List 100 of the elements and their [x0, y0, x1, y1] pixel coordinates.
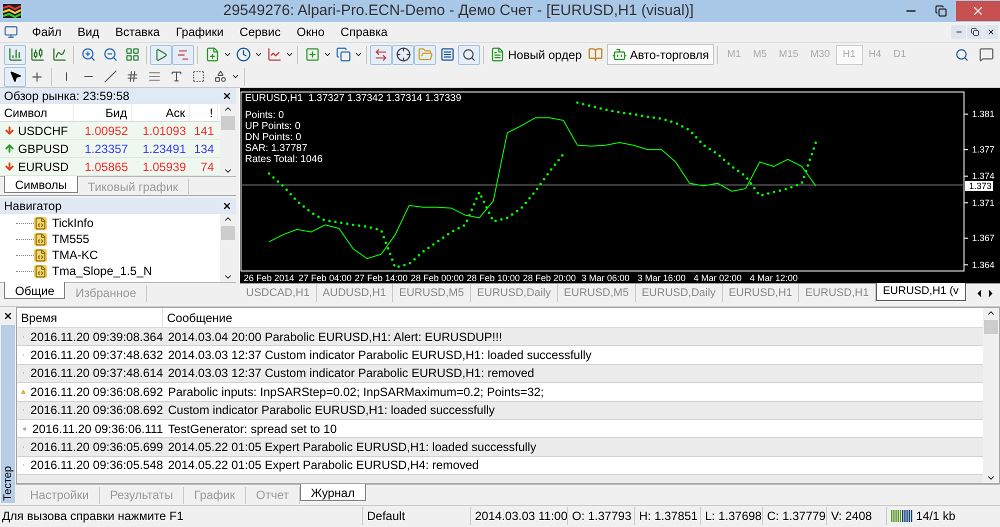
menu-item[interactable]: Окно: [288, 23, 333, 41]
column-header[interactable]: Символ: [0, 104, 74, 121]
symbol-cell-text: EURUSD: [18, 158, 69, 176]
file-plus-icon: [204, 47, 220, 62]
data-window-button[interactable]: [392, 44, 414, 64]
play-icon: [154, 48, 168, 62]
restore-icon: [970, 28, 978, 36]
auto-trading-button[interactable]: Авто-торговля: [606, 44, 714, 65]
close-icon[interactable]: [3, 311, 13, 321]
symbol-cell-text: USDCHF: [18, 122, 68, 140]
y-tick: 1.374: [964, 171, 995, 182]
menu-item[interactable]: Вид: [70, 23, 108, 41]
time-cell-text: 2016.11.20 09:36:05.699: [30, 439, 163, 456]
dropdown-caret-icon[interactable]: [354, 50, 363, 59]
close-icon[interactable]: [222, 91, 232, 101]
magnifier-icon: [462, 48, 476, 62]
x-tick-label: 28 Feb 00:00: [410, 273, 464, 283]
column-header[interactable]: Время: [17, 308, 163, 327]
navigator-item[interactable]: Tma_Slope_1.5_N: [52, 262, 152, 280]
folder-icon: [418, 47, 432, 62]
exchange-icon: [374, 48, 388, 62]
y-tick: 1.381: [964, 109, 995, 120]
message-cell-text: Custom indicator Parabolic EURUSD,H1: loaded successfully: [167, 402, 495, 420]
y-tick-label: 1.374: [972, 171, 995, 182]
message-cell-text: Parabolic inputs: InpSARStep=0.02; InpSARMaximum=0.2; Points=32;: [167, 384, 544, 401]
current-price-tag: 1.373: [965, 181, 993, 192]
bar-chart-button[interactable]: [4, 44, 26, 64]
spread-cell-text: 134: [192, 140, 215, 158]
dropdown-caret-icon[interactable]: [323, 50, 332, 59]
menu-item[interactable]: Вставка: [107, 23, 168, 41]
panel-tab[interactable]: Журнал: [300, 484, 366, 501]
bid-cell-text: 1.00952: [84, 122, 129, 140]
chart-shift-button[interactable]: [172, 44, 194, 64]
status-text: L: 1.37698: [705, 508, 762, 522]
menu-item[interactable]: Справка: [332, 23, 396, 41]
status-text: H: 1.37851: [639, 508, 698, 522]
dropdown-caret-icon[interactable]: [231, 72, 240, 81]
ask-cell-text: 1.01093: [142, 122, 187, 140]
y-tick-label: 1.367: [972, 233, 995, 244]
scroll-thumb[interactable]: [984, 320, 998, 334]
x-tick-label: 26 Feb 2014: [244, 273, 294, 283]
column-header[interactable]: Аск: [132, 104, 190, 121]
y-tick: 1.367: [964, 233, 995, 244]
restore-icon: [935, 5, 947, 17]
zoom-out-icon: [102, 47, 118, 62]
message-cell-text: 2014.03.03 12:37 Custom indicator Parabolic EURUSD,H1: loaded successfully: [167, 347, 592, 364]
chat-icon[interactable]: [979, 47, 994, 62]
time-cell-text: 2016.11.20 09:36:08.692: [30, 384, 163, 401]
y-tick: 1.371: [964, 198, 995, 208]
close-icon: [971, 4, 985, 18]
zoom-in-icon: [80, 47, 96, 62]
message-cell-text: 2014.03.04 20:00 Parabolic EURUSD,H1: Alert: EURUSDUP!!!: [167, 328, 502, 346]
bid-cell-text: 1.23357: [84, 140, 129, 158]
new-order-button[interactable]: Новый ордер: [487, 44, 585, 64]
column-header[interactable]: Сообщение: [163, 308, 983, 327]
mdi-minimize-button[interactable]: [951, 25, 966, 39]
indicator-info: UP Points: 0: [245, 121, 302, 132]
navigator-item[interactable]: TM555: [52, 230, 90, 248]
column-header[interactable]: !: [190, 104, 218, 121]
x-tick-label: 28 Feb 20:00: [522, 273, 576, 283]
scrollbar[interactable]: [220, 214, 236, 282]
text-label-icon: [192, 70, 204, 83]
scrollbar[interactable]: [983, 308, 999, 483]
column-header[interactable]: Бид: [74, 104, 132, 121]
search-icon[interactable]: [955, 48, 969, 62]
indicator-info: SAR: 1.37787: [245, 143, 308, 154]
market-watch-button[interactable]: [370, 44, 392, 64]
navigator-item[interactable]: TMA-KC: [52, 246, 98, 264]
chart-shift-icon: [176, 48, 190, 62]
scrollbar[interactable]: [220, 104, 236, 176]
close-icon[interactable]: [222, 201, 232, 211]
menu-item[interactable]: Сервис: [232, 23, 289, 41]
message-cell-text: TestGenerator: spread set to 10: [167, 420, 337, 438]
menu-item[interactable]: Графики: [168, 23, 232, 41]
crosshair-icon: [396, 47, 410, 62]
navigator-item[interactable]: TickInfo: [52, 214, 94, 232]
tester-button[interactable]: [458, 44, 480, 64]
scroll-thumb[interactable]: [221, 116, 235, 130]
close-button[interactable]: [956, 1, 1000, 21]
dropdown-caret-icon[interactable]: [254, 50, 263, 59]
mdi-close-button[interactable]: [983, 25, 998, 39]
mdi-restore-button[interactable]: [967, 25, 982, 39]
scroll-thumb[interactable]: [221, 226, 235, 240]
indicator-icon: [34, 248, 47, 262]
dropdown-caret-icon[interactable]: [285, 50, 294, 59]
indicator-icon: [34, 216, 47, 230]
cursor-button[interactable]: [4, 66, 26, 86]
status-text: V: 2408: [831, 508, 872, 522]
panel-tab[interactable]: Символы: [4, 176, 78, 193]
panel-tab[interactable]: Общие: [4, 282, 66, 299]
list-icon: [440, 47, 454, 62]
chart-tab[interactable]: EURUSD,H1 (v: [876, 283, 966, 301]
message-cell-text: 2014.05.22 01:05 Expert Parabolic EURUSD,H1: loaded successfully: [167, 439, 536, 456]
x-tick-label: 4 Mar 12:00: [750, 273, 798, 283]
panel-title: Навигатор: [4, 198, 62, 214]
menu-item[interactable]: Файл: [24, 23, 70, 41]
line-chart-icon: [52, 47, 66, 62]
auto-scroll-button[interactable]: [150, 44, 172, 64]
close-icon: [986, 28, 994, 36]
dropdown-caret-icon[interactable]: [223, 50, 232, 59]
